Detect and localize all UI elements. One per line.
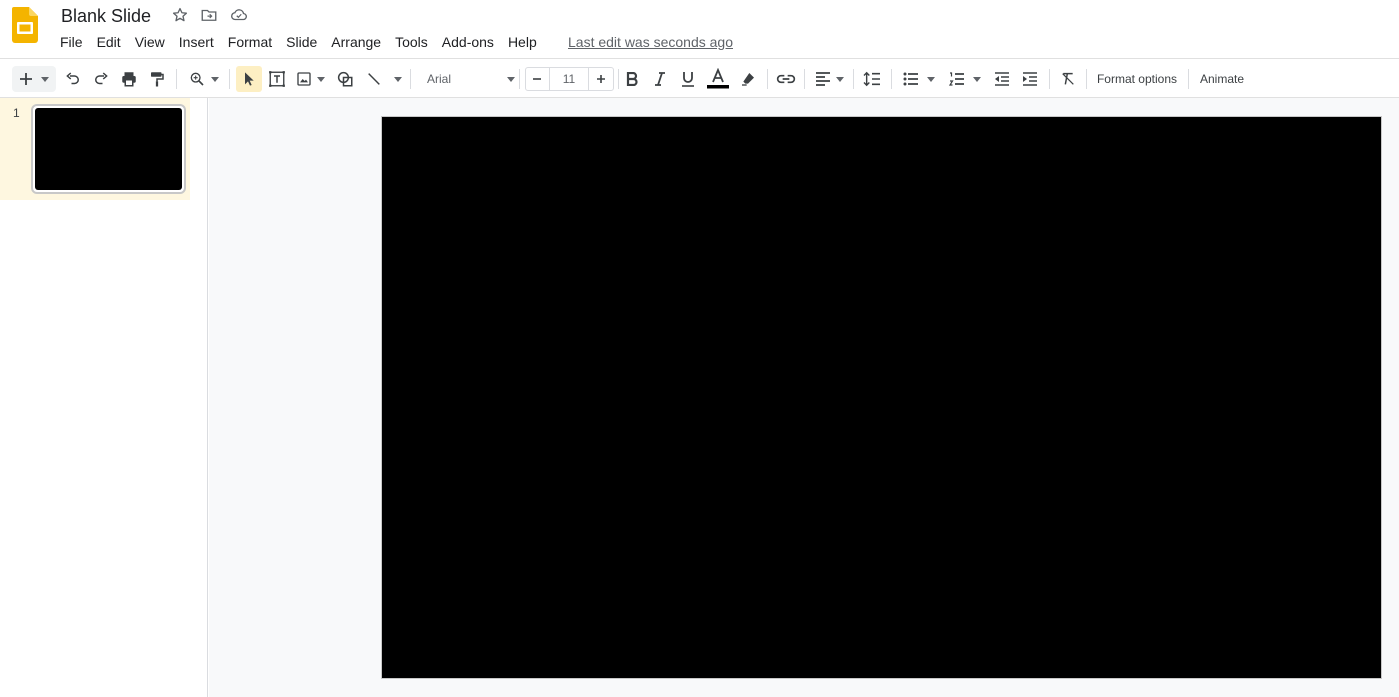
toolbar-divider	[519, 69, 520, 89]
bulleted-list-icon	[903, 72, 919, 86]
menu-tools[interactable]: Tools	[388, 32, 435, 52]
increase-font-size-icon[interactable]	[591, 66, 611, 92]
font-size-input[interactable]: 11	[549, 68, 589, 90]
slide-filmstrip: 1	[0, 98, 208, 697]
chevron-down-icon	[394, 76, 402, 82]
move-to-folder-icon[interactable]	[199, 5, 219, 25]
document-title[interactable]: Blank Slide	[61, 5, 151, 27]
increase-indent-icon[interactable]	[1018, 66, 1042, 92]
line-button[interactable]	[364, 66, 404, 92]
decrease-font-size-icon[interactable]	[527, 66, 547, 92]
filmstrip-slide-row[interactable]: 1	[0, 98, 190, 200]
toolbar-divider	[410, 69, 411, 89]
paint-format-icon[interactable]	[145, 66, 169, 92]
chevron-down-icon	[211, 76, 219, 82]
chevron-down-icon	[835, 76, 844, 82]
slide-number: 1	[13, 106, 20, 120]
bulleted-list-button[interactable]	[900, 66, 938, 92]
menu-bar: File Edit View Insert Format Slide Arran…	[53, 32, 544, 52]
menu-add-ons[interactable]: Add-ons	[435, 32, 501, 52]
decrease-indent-icon[interactable]	[990, 66, 1014, 92]
clear-formatting-icon[interactable]	[1056, 66, 1080, 92]
last-edit-link[interactable]: Last edit was seconds ago	[568, 32, 733, 52]
menu-format[interactable]: Format	[221, 32, 279, 52]
menu-insert[interactable]: Insert	[172, 32, 221, 52]
toolbar-divider	[1049, 69, 1050, 89]
animate-button[interactable]: Animate	[1195, 66, 1249, 92]
toolbar-divider	[229, 69, 230, 89]
toolbar: Arial 11 Format options Animate	[0, 58, 1399, 98]
menu-view[interactable]: View	[128, 32, 172, 52]
image-icon	[296, 71, 312, 87]
italic-icon[interactable]	[649, 66, 671, 92]
chevron-down-icon	[41, 76, 49, 82]
print-icon[interactable]	[117, 66, 141, 92]
format-options-button[interactable]: Format options	[1092, 66, 1182, 92]
line-spacing-icon[interactable]	[860, 66, 884, 92]
chevron-down-icon	[316, 76, 325, 82]
toolbar-divider	[767, 69, 768, 89]
toolbar-divider	[891, 69, 892, 89]
numbered-list-button[interactable]	[946, 66, 984, 92]
zoom-button[interactable]	[184, 66, 224, 92]
text-box-icon[interactable]	[265, 66, 289, 92]
new-slide-button[interactable]	[12, 66, 56, 92]
editor-canvas-area	[209, 98, 1399, 697]
undo-icon[interactable]	[61, 66, 85, 92]
toolbar-divider	[853, 69, 854, 89]
toolbar-divider	[804, 69, 805, 89]
menu-arrange[interactable]: Arrange	[324, 32, 388, 52]
slide-thumbnail[interactable]	[35, 108, 182, 190]
line-icon	[366, 71, 382, 87]
redo-icon[interactable]	[89, 66, 113, 92]
link-icon[interactable]	[774, 66, 798, 92]
image-button[interactable]	[293, 66, 327, 92]
font-family-value: Arial	[427, 72, 452, 86]
plus-icon	[19, 72, 33, 86]
star-icon[interactable]	[170, 5, 190, 25]
align-icon	[815, 72, 831, 86]
menu-slide[interactable]: Slide	[279, 32, 324, 52]
toolbar-divider	[1188, 69, 1189, 89]
app-header: Blank Slide File Edit View Insert Format…	[0, 0, 1399, 58]
google-slides-logo-icon[interactable]	[12, 7, 38, 43]
menu-help[interactable]: Help	[501, 32, 544, 52]
text-color-icon[interactable]	[705, 66, 731, 92]
cloud-saved-icon[interactable]	[229, 5, 249, 25]
align-button[interactable]	[812, 66, 846, 92]
zoom-icon	[189, 71, 205, 87]
shape-icon[interactable]	[333, 66, 357, 92]
menu-edit[interactable]: Edit	[90, 32, 128, 52]
highlight-icon[interactable]	[737, 66, 759, 92]
menu-file[interactable]: File	[53, 32, 90, 52]
slide-canvas[interactable]	[381, 116, 1382, 679]
bold-icon[interactable]	[621, 66, 643, 92]
toolbar-divider	[618, 69, 619, 89]
toolbar-divider	[1086, 69, 1087, 89]
font-family-select[interactable]: Arial	[421, 66, 519, 92]
numbered-list-icon	[949, 72, 965, 86]
chevron-down-icon	[507, 76, 515, 82]
underline-icon[interactable]	[677, 66, 699, 92]
chevron-down-icon	[927, 76, 935, 82]
select-icon[interactable]	[236, 66, 262, 92]
chevron-down-icon	[973, 76, 981, 82]
toolbar-divider	[176, 69, 177, 89]
